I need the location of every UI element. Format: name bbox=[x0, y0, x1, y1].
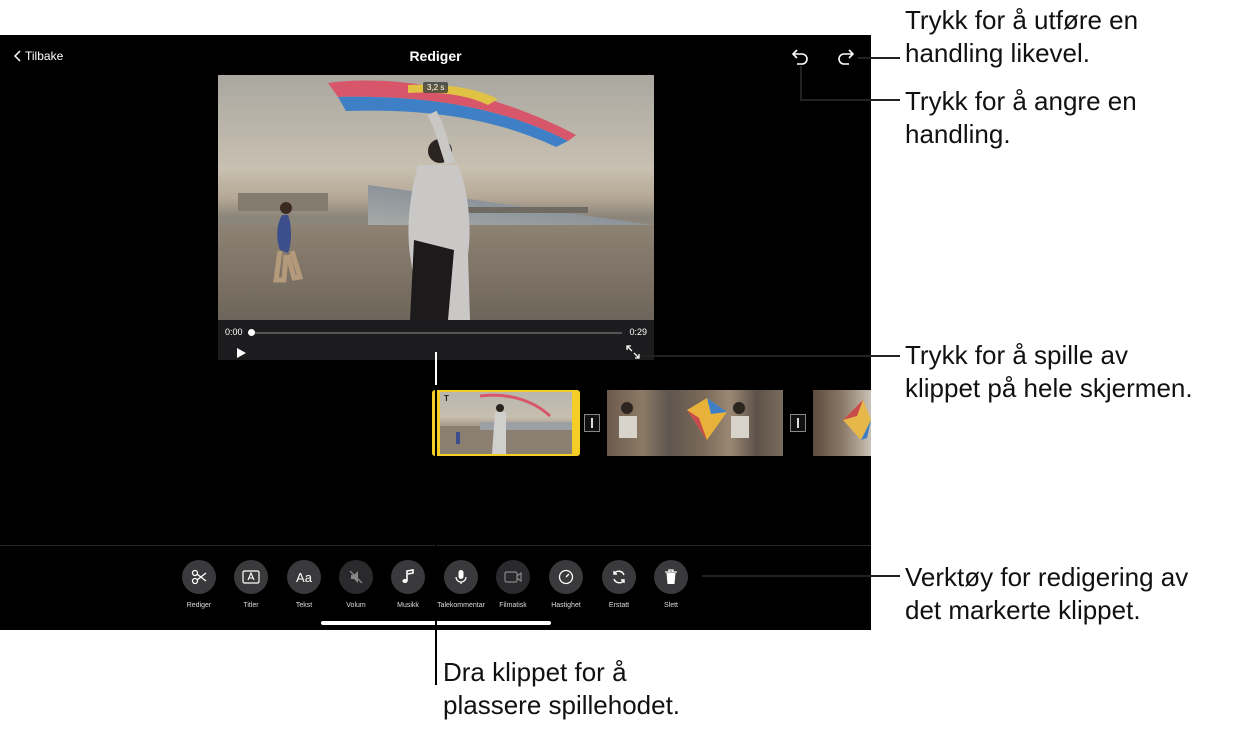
tool-rediger[interactable]: Rediger bbox=[174, 560, 224, 609]
playhead-callout-line bbox=[435, 385, 437, 685]
text-icon: Aa bbox=[296, 569, 312, 585]
callout-undo: Trykk for å angre en handling. bbox=[905, 85, 1137, 151]
scrubber-track[interactable] bbox=[251, 332, 622, 334]
title-badge: T bbox=[444, 394, 449, 403]
music-note-icon bbox=[402, 569, 414, 583]
tool-label: Titler bbox=[243, 602, 259, 609]
callout-text: klippet på hele skjermen. bbox=[905, 373, 1193, 403]
selected-clip[interactable] bbox=[432, 390, 580, 456]
scrubber-knob[interactable] bbox=[248, 329, 255, 336]
callout-fullscreen: Trykk for å spille av klippet på hele sk… bbox=[905, 339, 1193, 405]
video-viewer: 3,2 s 0:00 0:29 bbox=[218, 75, 654, 360]
replace-icon bbox=[613, 570, 625, 584]
callout-text: Verktøy for redigering av bbox=[905, 562, 1189, 592]
video-scene-image bbox=[238, 80, 588, 320]
tool-slett[interactable]: Slett bbox=[646, 560, 696, 609]
transition-button[interactable] bbox=[790, 414, 806, 432]
expand-icon bbox=[626, 345, 640, 359]
callout-line-tools bbox=[702, 575, 900, 577]
timeline-clip[interactable] bbox=[607, 390, 783, 456]
time-end: 0:29 bbox=[629, 327, 647, 337]
callout-redo: Trykk for å utføre en handling likevel. bbox=[905, 4, 1138, 70]
timeline-clip[interactable] bbox=[813, 390, 871, 456]
clip-duration-badge: 3,2 s bbox=[423, 82, 449, 93]
tool-label: Slett bbox=[663, 602, 678, 609]
tool-talekommentar[interactable]: Talekommentar bbox=[436, 560, 486, 609]
callout-playhead: Dra klippet for å plassere spillehodet. bbox=[443, 656, 680, 722]
time-start: 0:00 bbox=[225, 327, 243, 337]
tool-label: Hastighet bbox=[551, 602, 581, 609]
tool-erstatt[interactable]: Erstatt bbox=[594, 560, 644, 609]
tool-label: Musikk bbox=[397, 602, 419, 609]
trash-icon bbox=[665, 569, 677, 584]
tool-filmatisk[interactable]: Filmatisk bbox=[488, 560, 538, 609]
callout-tools: Verktøy for redigering av det markerte k… bbox=[905, 561, 1188, 627]
titles-icon bbox=[242, 570, 260, 584]
play-icon bbox=[237, 348, 246, 358]
callout-text: Trykk for å utføre en bbox=[905, 5, 1139, 35]
tool-label: Tekst bbox=[295, 602, 313, 609]
tool-label: Rediger bbox=[186, 602, 212, 609]
callout-text: Trykk for å angre en bbox=[905, 86, 1137, 116]
playhead[interactable] bbox=[435, 352, 437, 385]
tool-label: Erstatt bbox=[608, 602, 630, 609]
callout-text: Trykk for å spille av bbox=[905, 340, 1128, 370]
play-button[interactable] bbox=[235, 346, 247, 364]
callout-line-undo bbox=[800, 66, 802, 100]
selected-clip-thumbnail bbox=[440, 392, 572, 454]
callout-line-fullscreen bbox=[641, 355, 900, 357]
video-frame[interactable]: 3,2 s bbox=[218, 75, 654, 320]
cinematic-camera-icon bbox=[504, 571, 522, 583]
tool-musikk[interactable]: Musikk bbox=[383, 560, 433, 609]
redo-button[interactable] bbox=[833, 45, 857, 69]
tool-volum[interactable]: Volum bbox=[331, 560, 381, 609]
tool-hastighet[interactable]: Hastighet bbox=[541, 560, 591, 609]
speedometer-icon bbox=[558, 569, 574, 585]
tool-titler[interactable]: Titler bbox=[226, 560, 276, 609]
callout-line-redo bbox=[858, 57, 900, 59]
callout-text: det markerte klippet. bbox=[905, 595, 1141, 625]
tool-label: Filmatisk bbox=[499, 602, 527, 609]
callout-text: handling likevel. bbox=[905, 38, 1091, 68]
volume-mute-icon bbox=[349, 570, 363, 584]
transition-button[interactable] bbox=[584, 414, 600, 432]
redo-icon bbox=[838, 49, 855, 65]
callout-text: handling. bbox=[905, 119, 1011, 149]
fullscreen-button[interactable] bbox=[626, 345, 640, 364]
tool-label: Talekommentar bbox=[437, 602, 485, 609]
callout-text: Dra klippet for å bbox=[443, 657, 627, 687]
page-title: Rediger bbox=[409, 48, 462, 64]
callout-line-undo bbox=[800, 99, 900, 101]
scissors-icon bbox=[191, 569, 207, 585]
microphone-icon bbox=[455, 570, 467, 584]
tool-label: Volum bbox=[346, 602, 366, 609]
callout-text: plassere spillehodet. bbox=[443, 690, 681, 720]
tool-tekst[interactable]: Aa Tekst bbox=[279, 560, 329, 609]
